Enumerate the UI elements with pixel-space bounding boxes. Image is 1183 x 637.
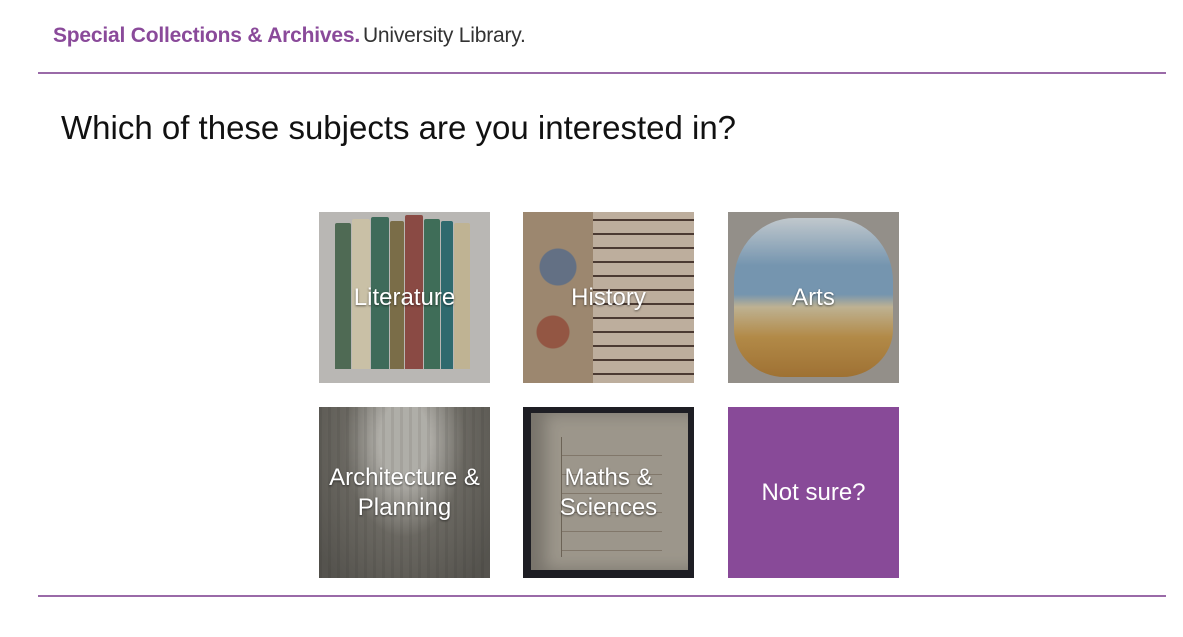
site-header: Special Collections & Archives. Universi… <box>53 24 526 54</box>
tile-label-maths: Maths & Sciences <box>559 463 658 521</box>
site-subtitle-link[interactable]: University Library. <box>363 24 526 48</box>
site-brand-link[interactable]: Special Collections & Archives. <box>53 24 360 48</box>
tile-label-architecture: Architecture & Planning <box>329 463 480 521</box>
tile-label-literature: Literature <box>353 283 456 311</box>
subject-tile-maths[interactable]: Maths & Sciences <box>523 407 694 578</box>
not-sure-button[interactable]: Not sure? <box>728 407 899 578</box>
subject-tile-arts[interactable]: Arts <box>728 212 899 383</box>
tile-label-not-sure: Not sure? <box>761 478 866 506</box>
footer-divider <box>38 595 1166 597</box>
subject-tile-literature[interactable]: Literature <box>319 212 490 383</box>
tile-label-arts: Arts <box>792 283 835 311</box>
page-question: Which of these subjects are you interest… <box>61 109 737 146</box>
subject-tile-history[interactable]: History <box>523 212 694 383</box>
tile-label-history: History <box>571 283 646 311</box>
subject-tile-architecture[interactable]: Architecture & Planning <box>319 407 490 578</box>
header-divider <box>38 72 1166 74</box>
